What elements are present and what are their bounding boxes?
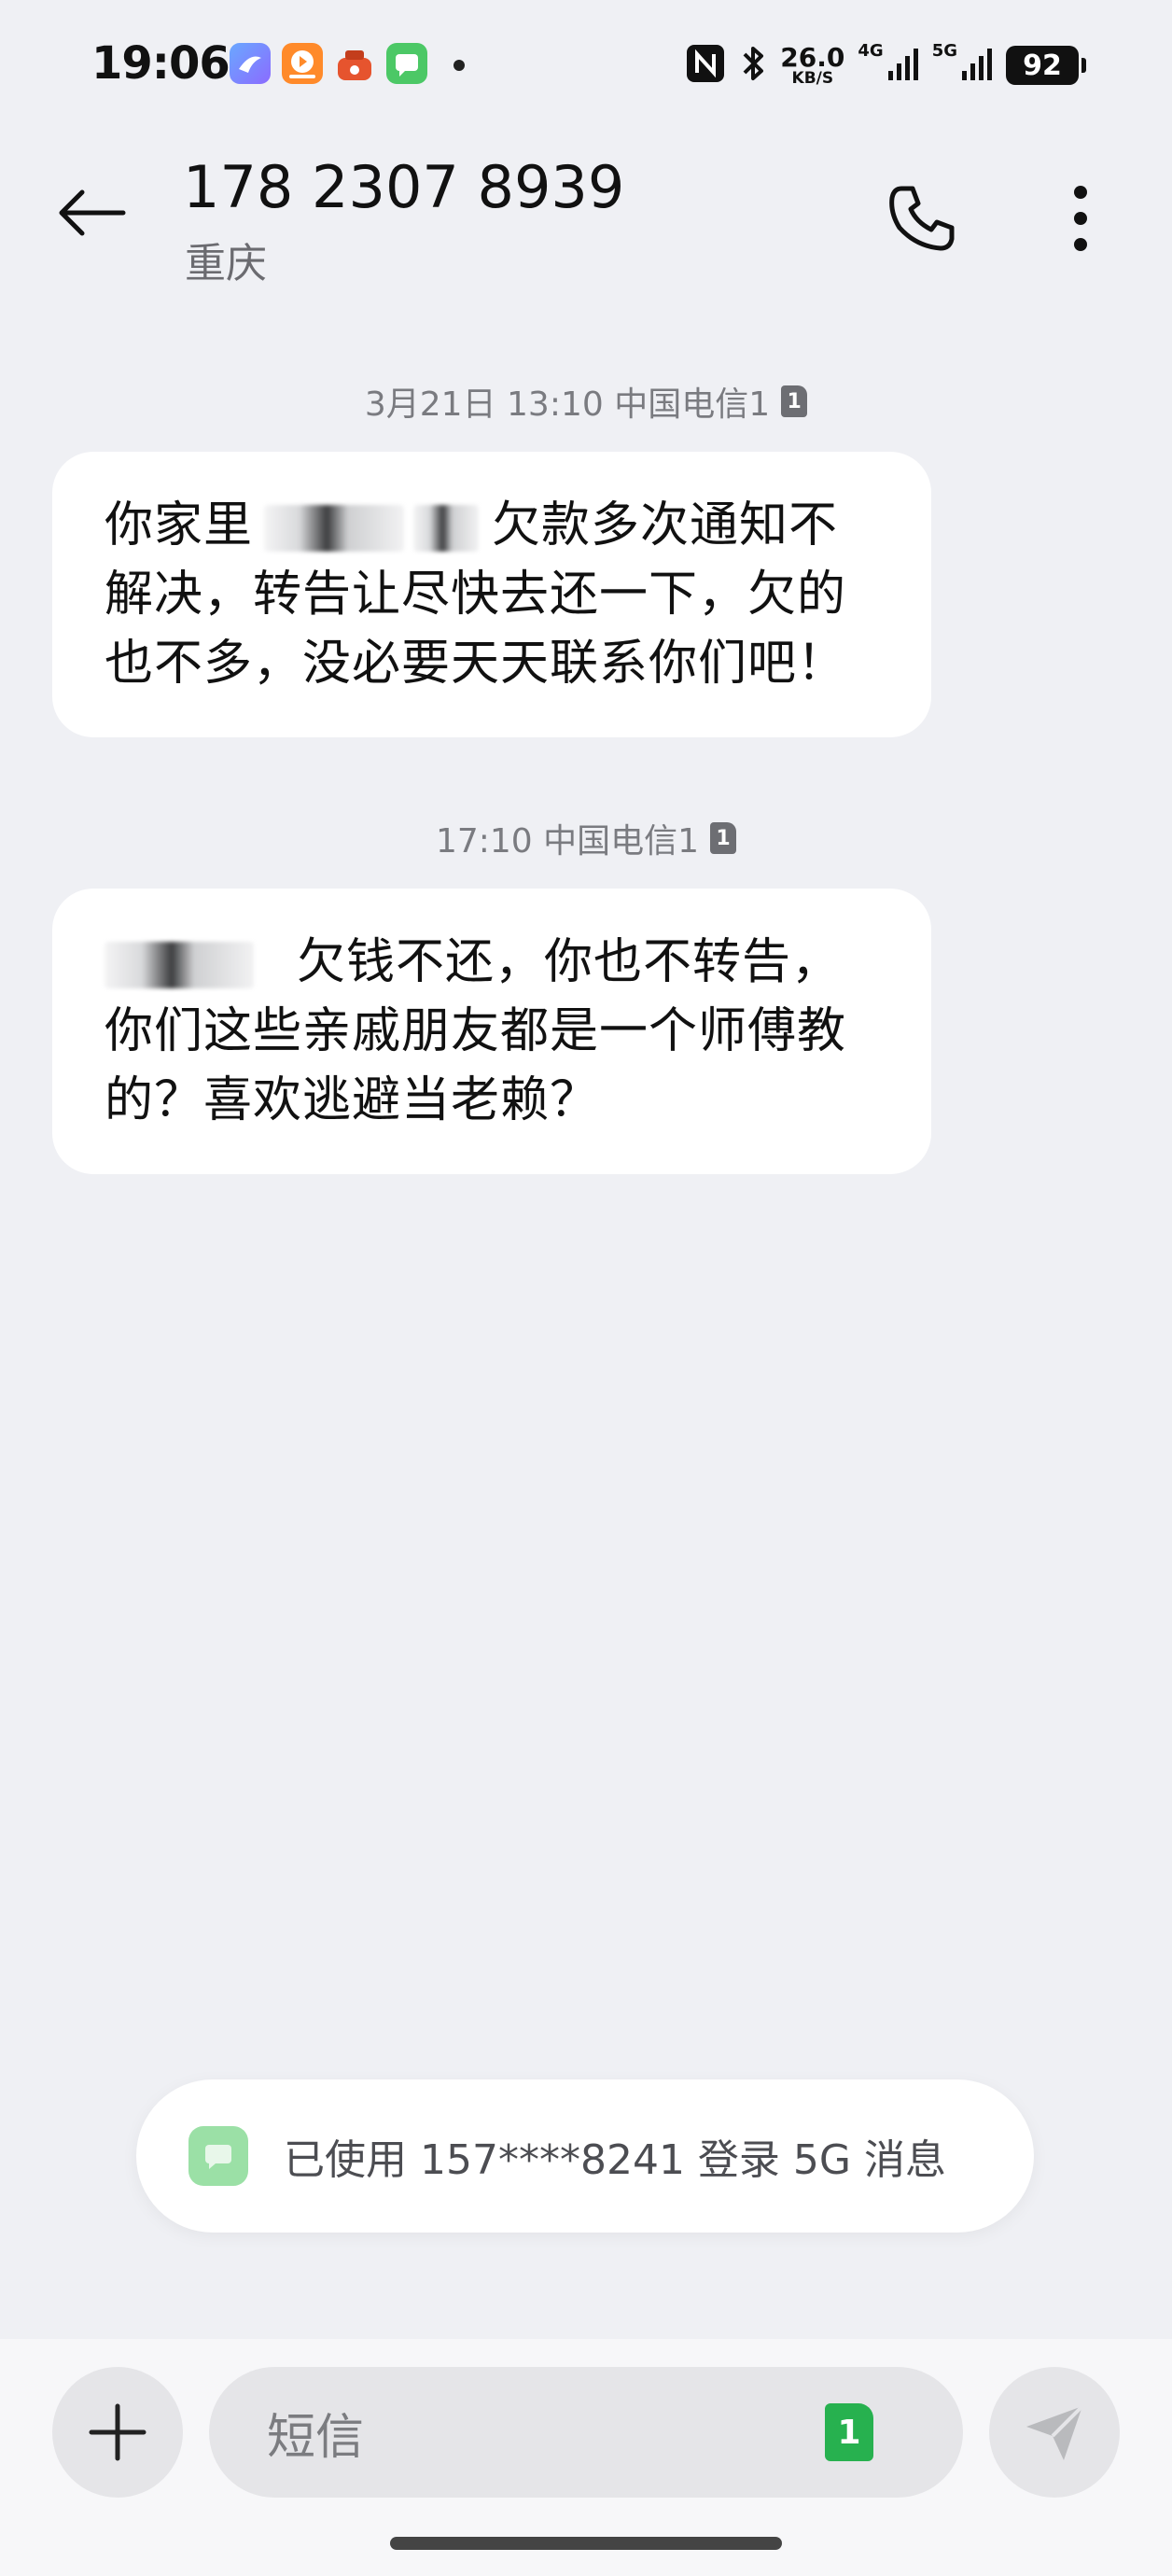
more-vertical-icon — [1074, 186, 1087, 251]
nfc-icon — [685, 43, 726, 88]
call-button[interactable] — [877, 174, 967, 263]
network-speed: 26.0 KB/S — [780, 41, 845, 88]
home-indicator[interactable] — [390, 2537, 782, 2550]
back-button[interactable] — [47, 168, 136, 258]
message-timestamp: 3月21日 13:10 中国电信1 1 — [0, 377, 1172, 426]
conversation-header: 178 2307 8939 重庆 — [0, 131, 1172, 317]
toast-text: 已使用 157****8241 登录 5G 消息 — [284, 2136, 946, 2184]
message-text: 欠钱不还，你也不转告，你们这些亲戚朋友都是一个师傅教的？喜欢逃避当老赖？ — [105, 928, 879, 1135]
compass-app-icon — [230, 43, 271, 84]
redacted-name — [105, 942, 254, 988]
bluetooth-icon — [739, 43, 767, 88]
timestamp-text: 3月21日 13:10 中国电信1 — [364, 385, 771, 424]
attach-button[interactable] — [52, 2367, 183, 2498]
timestamp-text: 17:10 中国电信1 — [435, 822, 700, 861]
message-input[interactable]: 短信 1 — [209, 2367, 963, 2498]
sim-card-icon: 1 — [710, 822, 737, 854]
network-4g-label: 4G — [858, 41, 884, 61]
message-timestamp: 17:10 中国电信1 1 — [0, 814, 1172, 862]
messages-app-icon — [188, 2126, 248, 2186]
message-input-placeholder: 短信 — [267, 2409, 365, 2466]
speed-unit: KB/S — [791, 68, 834, 88]
sim-card-icon: 1 — [781, 385, 808, 417]
arrow-left-icon — [59, 189, 126, 236]
message-text-start: 你家里 — [105, 497, 254, 553]
battery-indicator: 92 — [1006, 46, 1086, 85]
sim-select-button[interactable]: 1 — [825, 2403, 873, 2461]
redacted-name — [413, 505, 480, 552]
send-button[interactable] — [989, 2367, 1120, 2498]
plus-icon — [89, 2403, 146, 2461]
contact-location: 重庆 — [185, 240, 267, 287]
incoming-message-bubble[interactable]: 你家里 欠款多次通知不解决，转告让尽快去还一下，欠的也不多，没必要天天联系你们吧！ — [52, 452, 931, 737]
rcs-login-toast: 已使用 157****8241 登录 5G 消息 — [136, 2079, 1034, 2233]
video-app-icon — [282, 43, 323, 84]
notification-dot — [453, 60, 465, 71]
messages-app-icon — [386, 43, 427, 84]
contact-phone-number: 178 2307 8939 — [183, 153, 625, 221]
redacted-name — [264, 505, 405, 552]
send-icon — [1026, 2404, 1084, 2460]
incoming-message-bubble[interactable]: 欠钱不还，你也不转告，你们这些亲戚朋友都是一个师傅教的？喜欢逃避当老赖？ — [52, 889, 931, 1174]
phone-icon — [889, 186, 955, 251]
more-options-button[interactable] — [1036, 174, 1125, 263]
status-indicators: 26.0 KB/S 4G 5G 92 — [685, 41, 1086, 90]
signal-icon — [961, 43, 993, 88]
compose-bar: 短信 1 — [0, 2339, 1172, 2576]
shop-app-icon — [334, 43, 375, 84]
network-5g-label: 5G — [931, 41, 957, 61]
signal-icon — [887, 43, 919, 88]
status-bar: 19:06 26.0 KB/S 4G 5G 92 — [0, 0, 1172, 131]
status-time: 19:06 — [91, 37, 230, 90]
speed-value: 26.0 — [780, 41, 845, 73]
message-text: 你家里 欠款多次通知不解决，转告让尽快去还一下，欠的也不多，没必要天天联系你们吧！ — [105, 491, 879, 698]
